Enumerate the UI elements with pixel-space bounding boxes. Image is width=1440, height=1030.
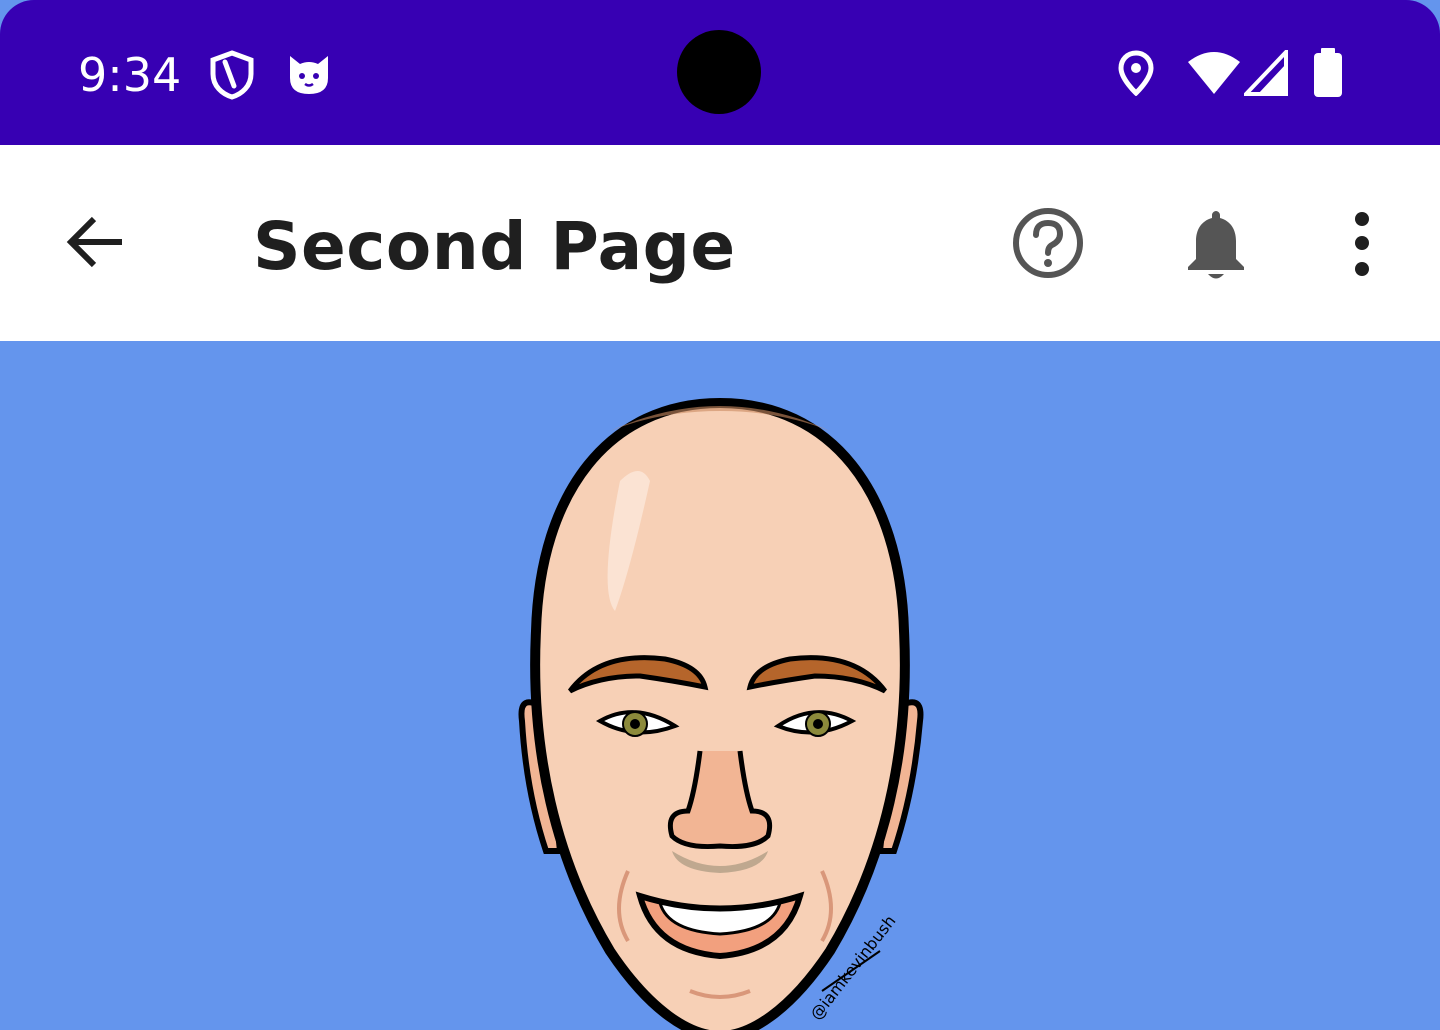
app-bar: Second Page — [0, 145, 1440, 341]
battery-icon — [1314, 48, 1342, 97]
status-time: 9:34 — [78, 48, 182, 102]
notifications-icon — [1188, 211, 1244, 279]
page-title: Second Page — [253, 208, 736, 285]
more-vert-icon — [1355, 212, 1369, 276]
back-button[interactable] — [50, 195, 142, 287]
cat-face-icon — [290, 56, 328, 94]
caricature-avatar: @iamkevinbush — [518, 397, 924, 1030]
signal-icon — [1244, 50, 1288, 96]
wifi-icon — [1188, 52, 1240, 94]
help-button[interactable] — [1002, 197, 1094, 289]
shield-icon — [210, 50, 254, 100]
arrow-back-icon — [66, 216, 122, 268]
more-options-button[interactable] — [1316, 197, 1408, 289]
notifications-button[interactable] — [1170, 197, 1262, 289]
help-icon — [1013, 208, 1083, 278]
status-bar: 9:34 — [0, 0, 1440, 145]
content-area: @iamkevinbush — [0, 341, 1440, 1030]
camera-cutout — [677, 30, 761, 114]
location-icon — [1118, 50, 1154, 96]
